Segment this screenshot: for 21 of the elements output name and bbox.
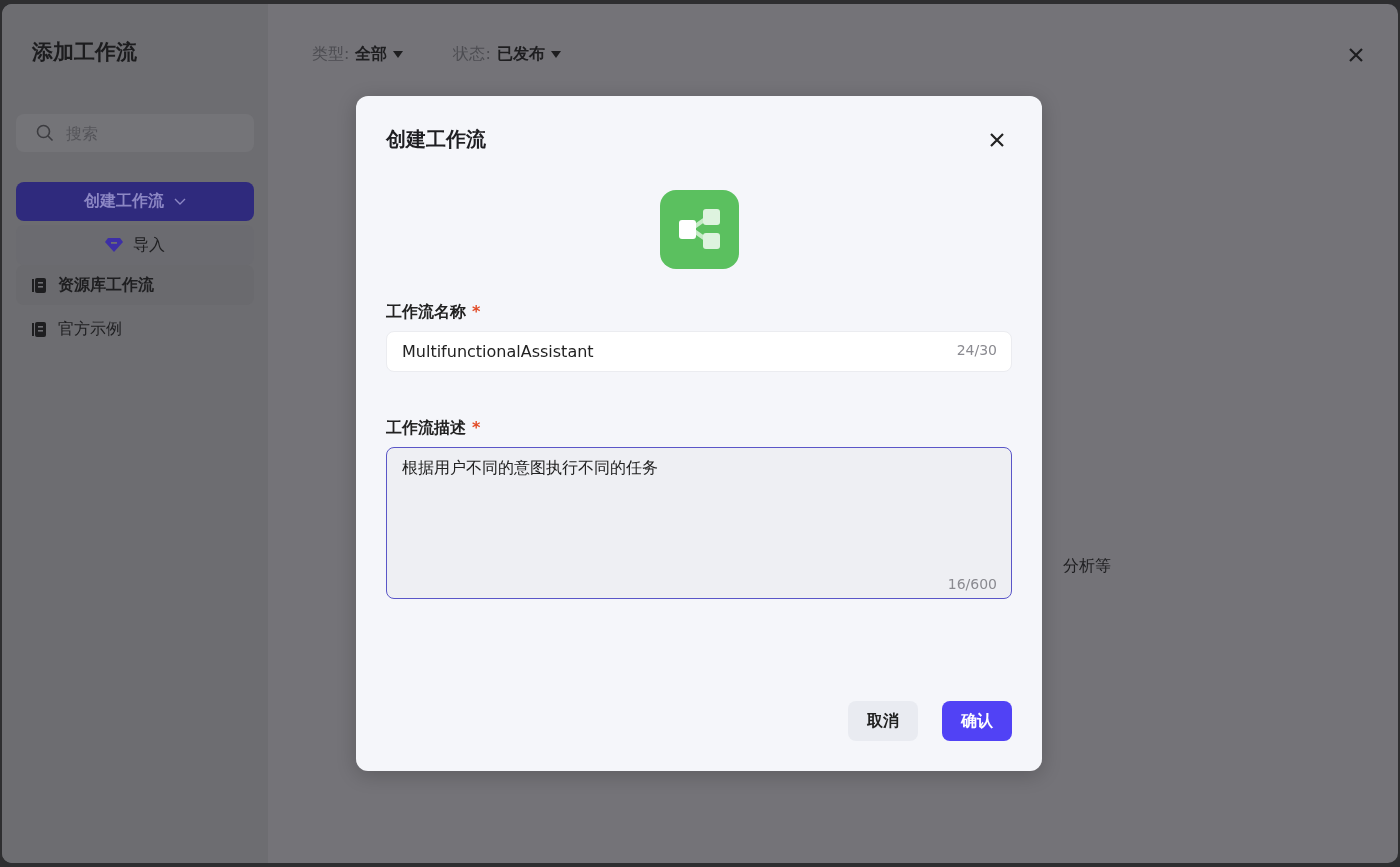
cancel-button[interactable]: 取消 — [848, 701, 918, 741]
book-icon — [32, 277, 46, 293]
character-counter: 16/600 — [947, 576, 997, 592]
background-text: 分析等 — [1063, 556, 1111, 577]
confirm-button[interactable]: 确认 — [942, 701, 1012, 741]
required-asterisk: * — [472, 302, 481, 321]
sidebar-item[interactable]: 官方示例 — [16, 309, 254, 349]
sidebar-title: 添加工作流 — [32, 39, 138, 66]
gem-icon — [105, 237, 123, 253]
workflow-icon — [659, 190, 739, 269]
caret-down-icon — [393, 51, 404, 58]
caret-down-icon — [550, 51, 561, 58]
dialog-title: 创建工作流 — [386, 126, 486, 153]
field-label: 工作流名称 * — [386, 302, 482, 323]
required-asterisk: * — [472, 418, 481, 437]
book-icon — [32, 321, 46, 337]
create-workflow-button[interactable]: 创建工作流 — [16, 182, 254, 221]
close-icon[interactable] — [989, 131, 1005, 148]
field-label: 工作流描述 * — [386, 418, 482, 439]
character-counter: 24/30 — [956, 342, 997, 358]
chevron-down-icon — [174, 197, 186, 206]
